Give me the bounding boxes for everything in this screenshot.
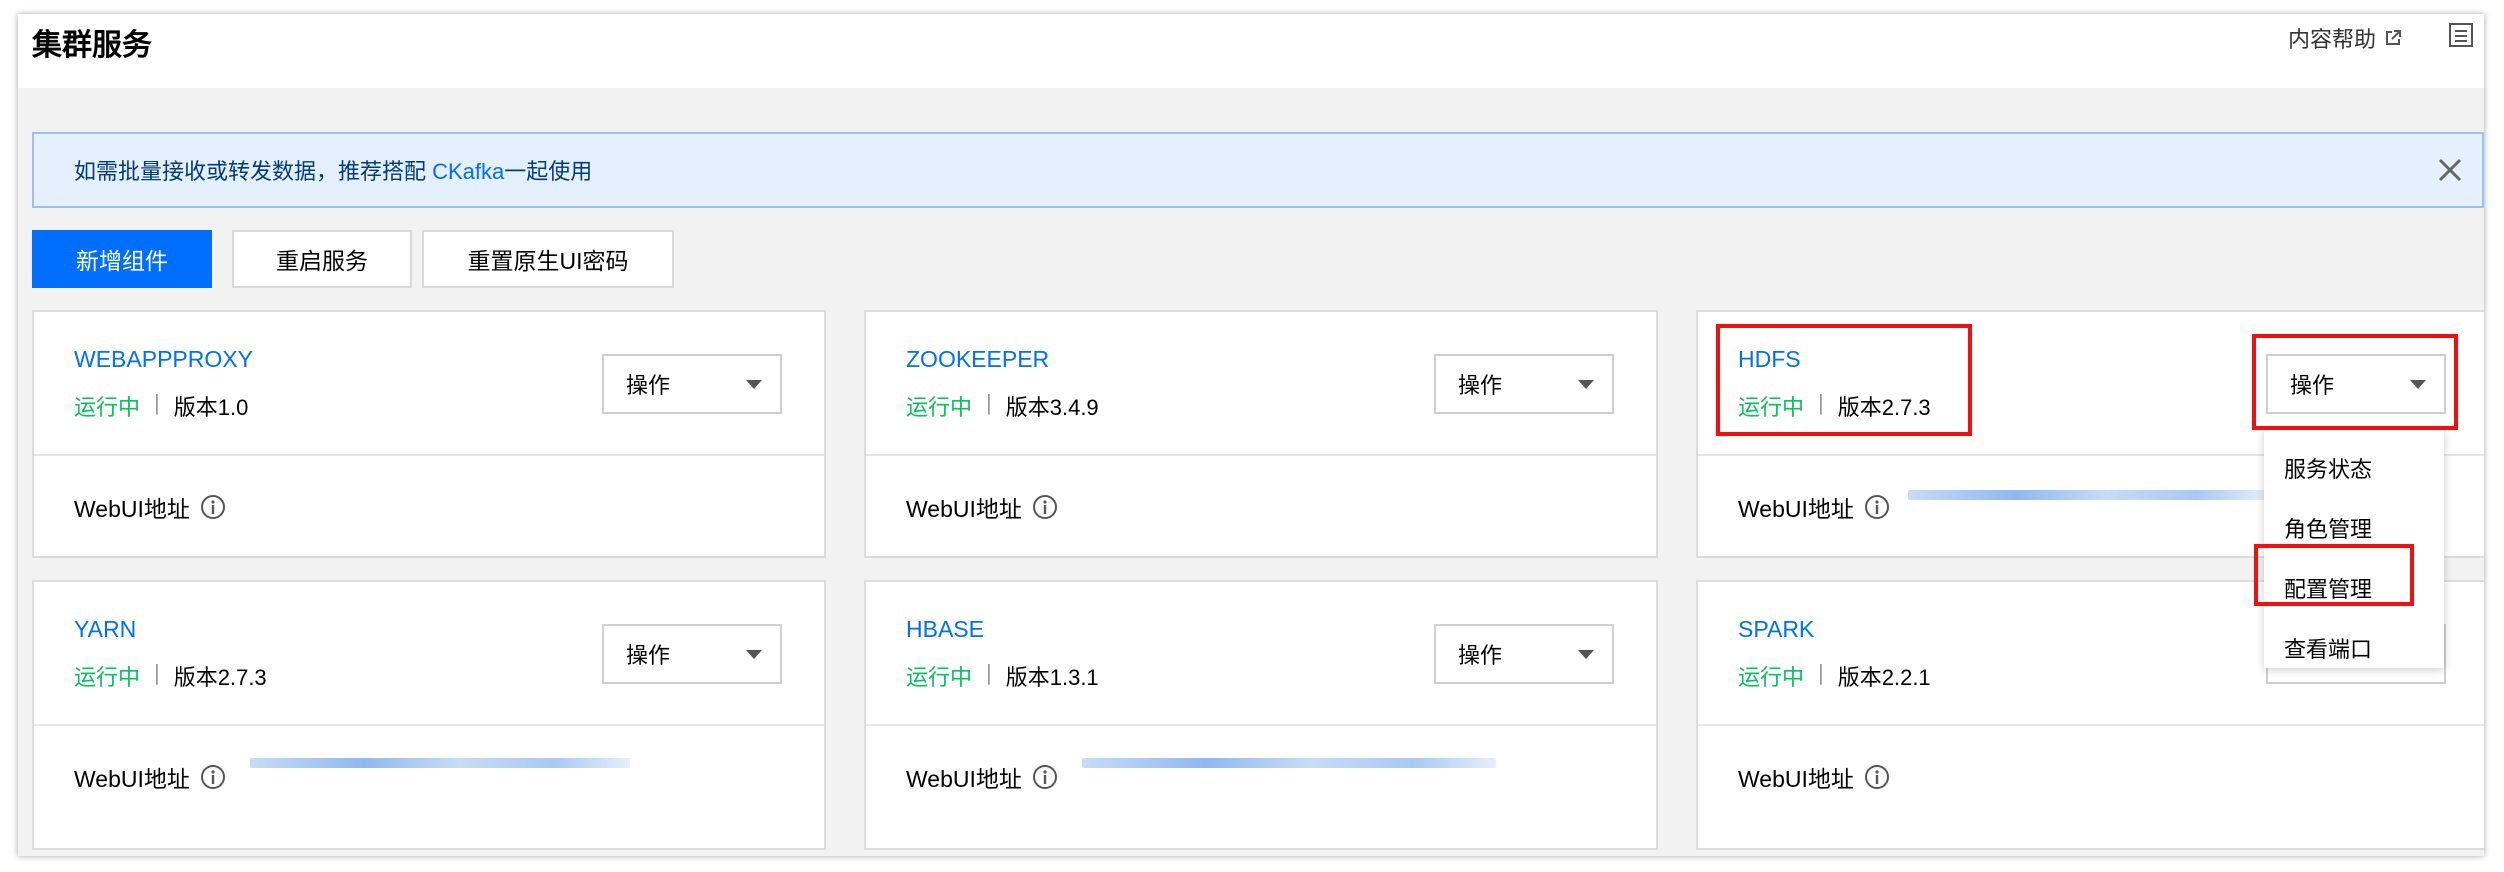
info-icon[interactable]: [1864, 494, 1890, 520]
close-icon[interactable]: [2436, 156, 2464, 184]
service-version: 版本1.3.1: [1005, 665, 1099, 690]
webui-label: WebUI地址: [1738, 496, 1854, 522]
service-card-zookeeper: ZOOKEEPER 运行中 | 版本3.4.9 操作 WebUI地址: [864, 310, 1658, 558]
operations-label: 操作: [1458, 643, 1503, 668]
service-meta: 运行中 | 版本3.4.9: [906, 390, 1099, 422]
webui-label: WebUI地址: [906, 496, 1022, 522]
webui-row: WebUI地址: [906, 490, 1058, 524]
webui-row: WebUI地址: [74, 760, 226, 794]
status-running: 运行中: [1738, 665, 1805, 690]
info-banner: 如需批量接收或转发数据，推荐搭配 CKafka一起使用: [32, 132, 2484, 208]
menu-item-role-management[interactable]: 角色管理: [2284, 512, 2372, 544]
menu-item-service-status[interactable]: 服务状态: [2284, 452, 2372, 484]
status-running: 运行中: [74, 665, 141, 690]
info-icon[interactable]: [200, 494, 226, 520]
service-meta: 运行中 | 版本1.0: [74, 390, 248, 422]
redacted-url: [1082, 758, 1496, 768]
separator: |: [1818, 660, 1824, 685]
info-icon[interactable]: [1032, 764, 1058, 790]
banner-text-before: 如需批量接收或转发数据，推荐搭配: [74, 159, 433, 184]
webui-label: WebUI地址: [906, 766, 1022, 792]
add-component-button[interactable]: 新增组件: [32, 230, 212, 288]
status-running: 运行中: [906, 665, 973, 690]
chevron-down-icon: [1578, 650, 1594, 659]
separator: |: [154, 660, 160, 685]
external-link-icon: [2386, 30, 2402, 45]
service-version: 版本2.7.3: [173, 665, 267, 690]
service-card-hbase: HBASE 运行中 | 版本1.3.1 操作 WebUI地址: [864, 580, 1658, 850]
service-name[interactable]: YARN: [74, 616, 136, 643]
operations-dropdown[interactable]: 操作: [602, 624, 782, 684]
service-meta: 运行中 | 版本1.3.1: [906, 660, 1099, 692]
list-icon[interactable]: [2448, 22, 2474, 48]
card-header: HBASE 运行中 | 版本1.3.1 操作: [866, 582, 1656, 726]
highlight-hdfs-title: [1716, 324, 1972, 436]
page-title: 集群服务: [32, 29, 152, 62]
separator: |: [986, 660, 992, 685]
card-header: WEBAPPPROXY 运行中 | 版本1.0 操作: [34, 312, 824, 456]
chevron-down-icon: [746, 380, 762, 389]
banner-text-after: 一起使用: [504, 159, 593, 184]
service-name[interactable]: ZOOKEEPER: [906, 346, 1049, 373]
restart-service-button[interactable]: 重启服务: [232, 230, 412, 288]
info-icon[interactable]: [1864, 764, 1890, 790]
redacted-url: [1908, 490, 2268, 500]
redacted-url: [250, 758, 630, 768]
service-meta: 运行中 | 版本2.2.1: [1738, 660, 1931, 692]
status-running: 运行中: [74, 395, 141, 420]
info-icon[interactable]: [1032, 494, 1058, 520]
help-link[interactable]: 内容帮助: [2288, 22, 2402, 54]
status-running: 运行中: [906, 395, 973, 420]
info-icon[interactable]: [200, 764, 226, 790]
webui-label: WebUI地址: [74, 766, 190, 792]
reset-ui-password-button[interactable]: 重置原生UI密码: [422, 230, 674, 288]
webui-row: WebUI地址: [74, 490, 226, 524]
operations-label: 操作: [626, 643, 671, 668]
banner-text: 如需批量接收或转发数据，推荐搭配 CKafka一起使用: [74, 154, 592, 186]
page-header: 集群服务 内容帮助: [18, 14, 2484, 88]
operations-dropdown[interactable]: 操作: [602, 354, 782, 414]
chevron-down-icon: [746, 650, 762, 659]
operations-label: 操作: [1458, 373, 1503, 398]
chevron-down-icon: [1578, 380, 1594, 389]
webui-row: WebUI地址: [1738, 490, 1890, 524]
webui-label: WebUI地址: [1738, 766, 1854, 792]
operations-label: 操作: [626, 373, 671, 398]
help-label: 内容帮助: [2288, 27, 2377, 52]
webui-row: WebUI地址: [1738, 760, 1890, 794]
webui-row: WebUI地址: [906, 760, 1058, 794]
separator: |: [986, 390, 992, 415]
operations-dropdown[interactable]: 操作: [1434, 624, 1614, 684]
service-card-webappproxy: WEBAPPPROXY 运行中 | 版本1.0 操作 WebUI地址: [32, 310, 826, 558]
highlight-config-management: [2254, 544, 2414, 606]
webui-label: WebUI地址: [74, 496, 190, 522]
operations-dropdown[interactable]: 操作: [1434, 354, 1614, 414]
separator: |: [154, 390, 160, 415]
ckafka-link[interactable]: CKafka: [432, 159, 504, 184]
service-name[interactable]: SPARK: [1738, 616, 1814, 643]
service-version: 版本1.0: [173, 395, 249, 420]
app-window: 集群服务 内容帮助 如需批量接收或转发数据，推荐搭配 CKafka一起使用 新增…: [18, 14, 2484, 856]
menu-item-view-ports[interactable]: 查看端口: [2284, 632, 2372, 664]
service-card-yarn: YARN 运行中 | 版本2.7.3 操作 WebUI地址: [32, 580, 826, 850]
service-name[interactable]: WEBAPPPROXY: [74, 346, 253, 373]
card-header: ZOOKEEPER 运行中 | 版本3.4.9 操作: [866, 312, 1656, 456]
service-version: 版本3.4.9: [1005, 395, 1099, 420]
highlight-operations-button: [2252, 334, 2458, 430]
card-header: YARN 运行中 | 版本2.7.3 操作: [34, 582, 824, 726]
service-meta: 运行中 | 版本2.7.3: [74, 660, 267, 692]
service-name[interactable]: HBASE: [906, 616, 984, 643]
service-version: 版本2.2.1: [1837, 665, 1931, 690]
